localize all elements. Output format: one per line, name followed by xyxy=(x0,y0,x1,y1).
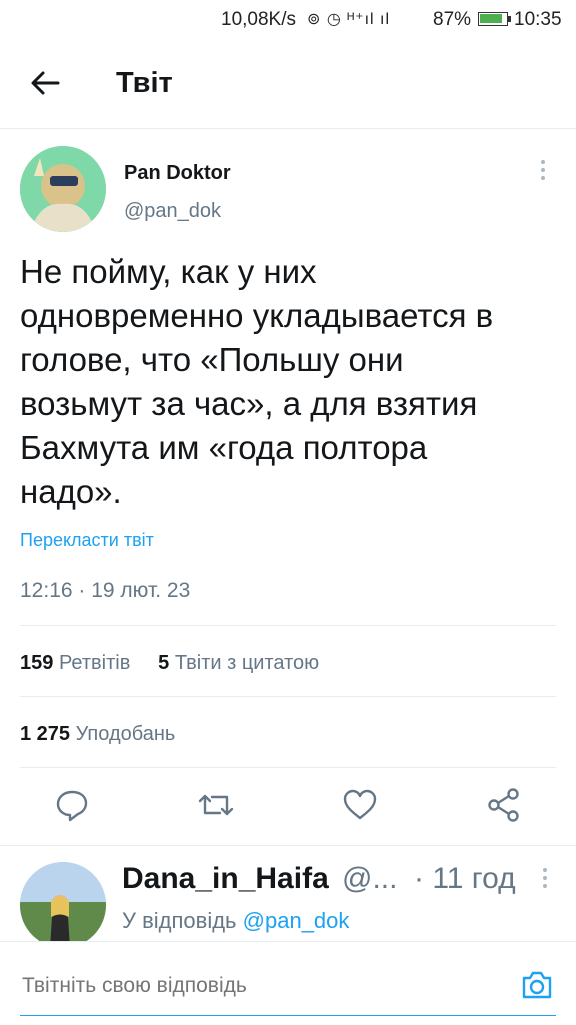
top-app-bar: Твіт xyxy=(0,38,576,129)
divider xyxy=(0,845,576,846)
divider xyxy=(20,696,556,697)
retweets-count: 159 xyxy=(20,652,54,674)
like-icon[interactable] xyxy=(340,785,380,825)
retweet-icon[interactable] xyxy=(196,785,236,825)
author-name[interactable]: Pan Doktor xyxy=(124,162,231,185)
signal-icons: ⊚ ◷ ᴴ⁺ıl ıl xyxy=(307,11,391,28)
network-speed: 10,08K/s xyxy=(221,9,296,30)
tweet-text: Не пойму, как у них одновременно укладыв… xyxy=(20,253,494,510)
more-vertical-icon[interactable] xyxy=(538,160,548,186)
compose-bar xyxy=(0,941,576,1025)
translate-link[interactable]: Перекласти твіт xyxy=(20,530,154,551)
quotes-stat[interactable]: 5 Твіти з цитатою xyxy=(158,652,319,674)
page-title: Твіт xyxy=(116,67,173,99)
clock: 10:35 xyxy=(514,9,562,30)
retweets-stat[interactable]: 159 Ретвітів xyxy=(20,652,130,674)
status-bar: 10,08K/s ⊚ ◷ ᴴ⁺ıl ıl 87% 10:35 xyxy=(0,0,576,38)
likes-count: 1 275 xyxy=(20,723,71,745)
retweets-label: Ретвітів xyxy=(58,652,131,674)
battery-percent: 87% xyxy=(433,9,472,30)
reply-author-name[interactable]: Dana_in_Haifa xyxy=(122,862,329,896)
back-arrow-icon[interactable] xyxy=(28,66,62,100)
battery-icon xyxy=(478,12,508,26)
tweet-datetime: 12:16 · 19 лют. 23 xyxy=(20,579,191,602)
camera-icon[interactable] xyxy=(520,968,554,1002)
reply-avatar[interactable] xyxy=(20,862,106,948)
likes-stat[interactable]: 1 275 Уподобань xyxy=(20,723,175,746)
tweet-actions xyxy=(0,785,576,830)
input-underline xyxy=(20,1015,556,1016)
likes-label: Уподобань xyxy=(75,723,176,745)
share-icon[interactable] xyxy=(484,785,524,825)
quotes-label: Твіти з цитатою xyxy=(174,652,320,674)
divider xyxy=(20,767,556,768)
more-vertical-icon[interactable] xyxy=(541,868,549,892)
retweet-quote-stats: 159 Ретвітів 5 Твіти з цитатою xyxy=(20,652,319,675)
author-handle[interactable]: @pan_dok xyxy=(124,200,221,223)
reply-icon[interactable] xyxy=(52,785,92,825)
reply-author-handle[interactable]: @... xyxy=(342,862,397,896)
reply-mention-link[interactable]: @pan_dok xyxy=(243,908,350,933)
avatar[interactable] xyxy=(20,146,106,232)
quotes-count: 5 xyxy=(158,652,170,674)
reply-time: · 11 год xyxy=(414,862,516,895)
reply-to-line: У відповідь @pan_dok xyxy=(122,908,349,934)
reply-input[interactable] xyxy=(22,974,492,998)
divider xyxy=(20,625,556,626)
reply-prefix: У відповідь xyxy=(122,908,237,933)
